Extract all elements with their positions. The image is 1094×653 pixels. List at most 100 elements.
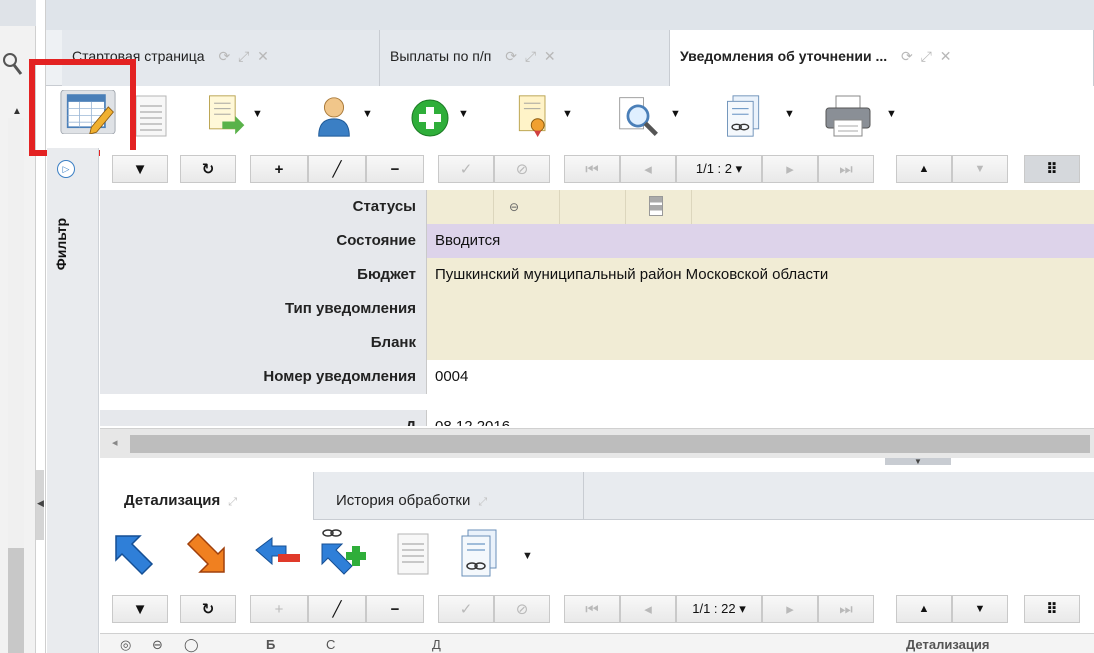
notice-number-field[interactable]: 0004: [427, 360, 1094, 394]
add-icon[interactable]: [410, 96, 450, 140]
window-top-bar: [46, 0, 1094, 30]
tab-controls-icons[interactable]: ⟳ ⤢ ✕: [505, 48, 557, 64]
arrow-down-right-icon[interactable]: [184, 532, 228, 576]
prev-page-icon[interactable]: ◂: [620, 595, 676, 623]
move-left-icon[interactable]: [254, 536, 302, 572]
expand-icon[interactable]: ⤢: [228, 496, 237, 508]
blank-field[interactable]: [427, 326, 1094, 360]
column-header[interactable]: Д: [432, 637, 441, 652]
linked-documents-icon[interactable]: [722, 94, 766, 138]
grid-view-icon[interactable]: ⠿: [1024, 595, 1080, 623]
filter-panel[interactable]: ▷ Фильтр: [47, 148, 99, 653]
move-up-icon[interactable]: ▲: [896, 595, 952, 623]
move-down-icon[interactable]: ▼: [952, 155, 1008, 183]
splitter-handle[interactable]: ▼: [885, 458, 951, 466]
cancel-icon[interactable]: ⊘: [494, 595, 550, 623]
add-record-icon[interactable]: +: [250, 595, 308, 623]
chevron-down-icon[interactable]: ▼: [670, 108, 681, 120]
scroll-up-icon[interactable]: ▲: [12, 106, 22, 117]
refresh-icon[interactable]: ↻: [180, 595, 236, 623]
cancel-icon[interactable]: ⊘: [494, 155, 550, 183]
link-icon: ⊖: [509, 200, 520, 214]
print-icon[interactable]: [824, 94, 872, 138]
confirm-icon[interactable]: ✓: [438, 155, 494, 183]
collapse-grip[interactable]: ◀: [36, 470, 44, 540]
tab-details[interactable]: Детализация ⤢: [100, 472, 314, 520]
export-document-icon[interactable]: [204, 94, 248, 138]
add-record-icon[interactable]: +: [250, 155, 308, 183]
scrollbar-thumb[interactable]: [130, 435, 1090, 453]
chevron-down-icon[interactable]: ▼: [886, 108, 897, 120]
edit-pencil-icon[interactable]: ╱: [308, 595, 366, 623]
filter-label[interactable]: Фильтр: [53, 218, 69, 270]
attachment-icon: ◎: [120, 637, 132, 652]
link-icon: ⊖: [152, 637, 163, 652]
filter-icon[interactable]: ▼: [112, 155, 168, 183]
move-down-icon[interactable]: ▼: [952, 595, 1008, 623]
form-row-blank: Бланк: [100, 326, 1094, 360]
refresh-icon[interactable]: ↻: [180, 155, 236, 183]
tab-history[interactable]: История обработки ⤢: [314, 472, 584, 520]
highlight-frame: [29, 59, 136, 156]
grid-view-icon[interactable]: ⠿: [1024, 155, 1080, 183]
column-header[interactable]: Б: [266, 637, 275, 652]
preview-icon[interactable]: [614, 94, 662, 138]
scrollbar-thumb[interactable]: [8, 548, 24, 653]
tab-label: Выплаты по п/п: [390, 48, 492, 64]
detail-table-header: ◎ ⊖ ◯ Б С Д Детализация: [100, 633, 1094, 653]
chevron-down-icon[interactable]: ▼: [522, 550, 533, 562]
next-page-icon[interactable]: ▸: [762, 595, 818, 623]
linked-documents-icon[interactable]: [458, 528, 502, 578]
last-page-icon[interactable]: ⏭: [818, 155, 874, 183]
statuses-field[interactable]: ⊖: [427, 190, 1094, 224]
delete-record-icon[interactable]: −: [366, 595, 424, 623]
horizontal-scrollbar[interactable]: ◂: [100, 428, 1094, 458]
delete-record-icon[interactable]: −: [366, 155, 424, 183]
notice-type-field[interactable]: [427, 292, 1094, 326]
chevron-down-icon[interactable]: ▼: [458, 108, 469, 120]
move-up-icon[interactable]: ▲: [896, 155, 952, 183]
field-label: Состояние: [100, 224, 427, 258]
form-row-notice-number: Номер уведомления 0004: [100, 360, 1094, 394]
tab-payments[interactable]: Выплаты по п/п ⟳ ⤢ ✕: [380, 30, 670, 86]
add-linked-icon[interactable]: [318, 526, 368, 576]
scrollbar-track[interactable]: [8, 118, 24, 548]
certificate-document-icon[interactable]: [514, 94, 554, 138]
search-icon[interactable]: [2, 50, 24, 78]
date-field[interactable]: 08.12.2016: [427, 410, 1094, 426]
chevron-down-icon[interactable]: ▼: [784, 108, 795, 120]
page-indicator[interactable]: 1/1 : 2 ▾: [676, 155, 762, 183]
expand-icon[interactable]: ⤢: [478, 496, 487, 508]
state-field[interactable]: Вводится: [427, 224, 1094, 258]
chevron-down-icon[interactable]: ▼: [252, 108, 263, 120]
field-label: Д: [100, 410, 427, 426]
first-page-icon[interactable]: ⏮: [564, 155, 620, 183]
tab-controls-icons[interactable]: ⟳ ⤢ ✕: [901, 48, 953, 64]
list-view-icon[interactable]: [134, 94, 168, 138]
record-nav-toolbar: ▼ ↻ + ╱ − ✓ ⊘ ⏮ ◂ 1/1 : 2 ▾ ▸ ⏭ ▲ ▼ ⠿: [100, 150, 1094, 188]
page-indicator[interactable]: 1/1 : 22 ▾: [676, 595, 762, 623]
confirm-icon[interactable]: ✓: [438, 595, 494, 623]
chevron-down-icon[interactable]: ▼: [362, 108, 373, 120]
filter-icon[interactable]: ▼: [112, 595, 168, 623]
tab-controls-icons[interactable]: ⟳ ⤢ ✕: [218, 48, 270, 64]
budget-field[interactable]: Пушкинский муниципальный район Московско…: [427, 258, 1094, 292]
first-page-icon[interactable]: ⏮: [564, 595, 620, 623]
detail-nav-toolbar: ▼ ↻ + ╱ − ✓ ⊘ ⏮ ◂ 1/1 : 22 ▾ ▸ ⏭ ▲ ▼ ⠿: [100, 590, 1094, 628]
tab-notifications[interactable]: Уведомления об уточнении ... ⟳ ⤢ ✕: [670, 30, 1094, 86]
column-header[interactable]: С: [326, 637, 335, 652]
panel-splitter[interactable]: ▼: [100, 458, 1094, 472]
edit-pencil-icon[interactable]: ╱: [308, 155, 366, 183]
detail-tab-strip: Детализация ⤢ История обработки ⤢: [100, 472, 1094, 520]
arrow-up-left-icon[interactable]: [112, 532, 156, 576]
expand-filter-icon[interactable]: ▷: [57, 160, 75, 178]
scroll-left-icon[interactable]: ◂: [112, 436, 118, 449]
user-icon[interactable]: [314, 94, 354, 138]
prev-page-icon[interactable]: ◂: [620, 155, 676, 183]
column-header[interactable]: Детализация: [906, 637, 989, 652]
next-page-icon[interactable]: ▸: [762, 155, 818, 183]
status-divider: [691, 190, 692, 224]
list-view-icon[interactable]: [396, 532, 430, 576]
chevron-down-icon[interactable]: ▼: [562, 108, 573, 120]
last-page-icon[interactable]: ⏭: [818, 595, 874, 623]
